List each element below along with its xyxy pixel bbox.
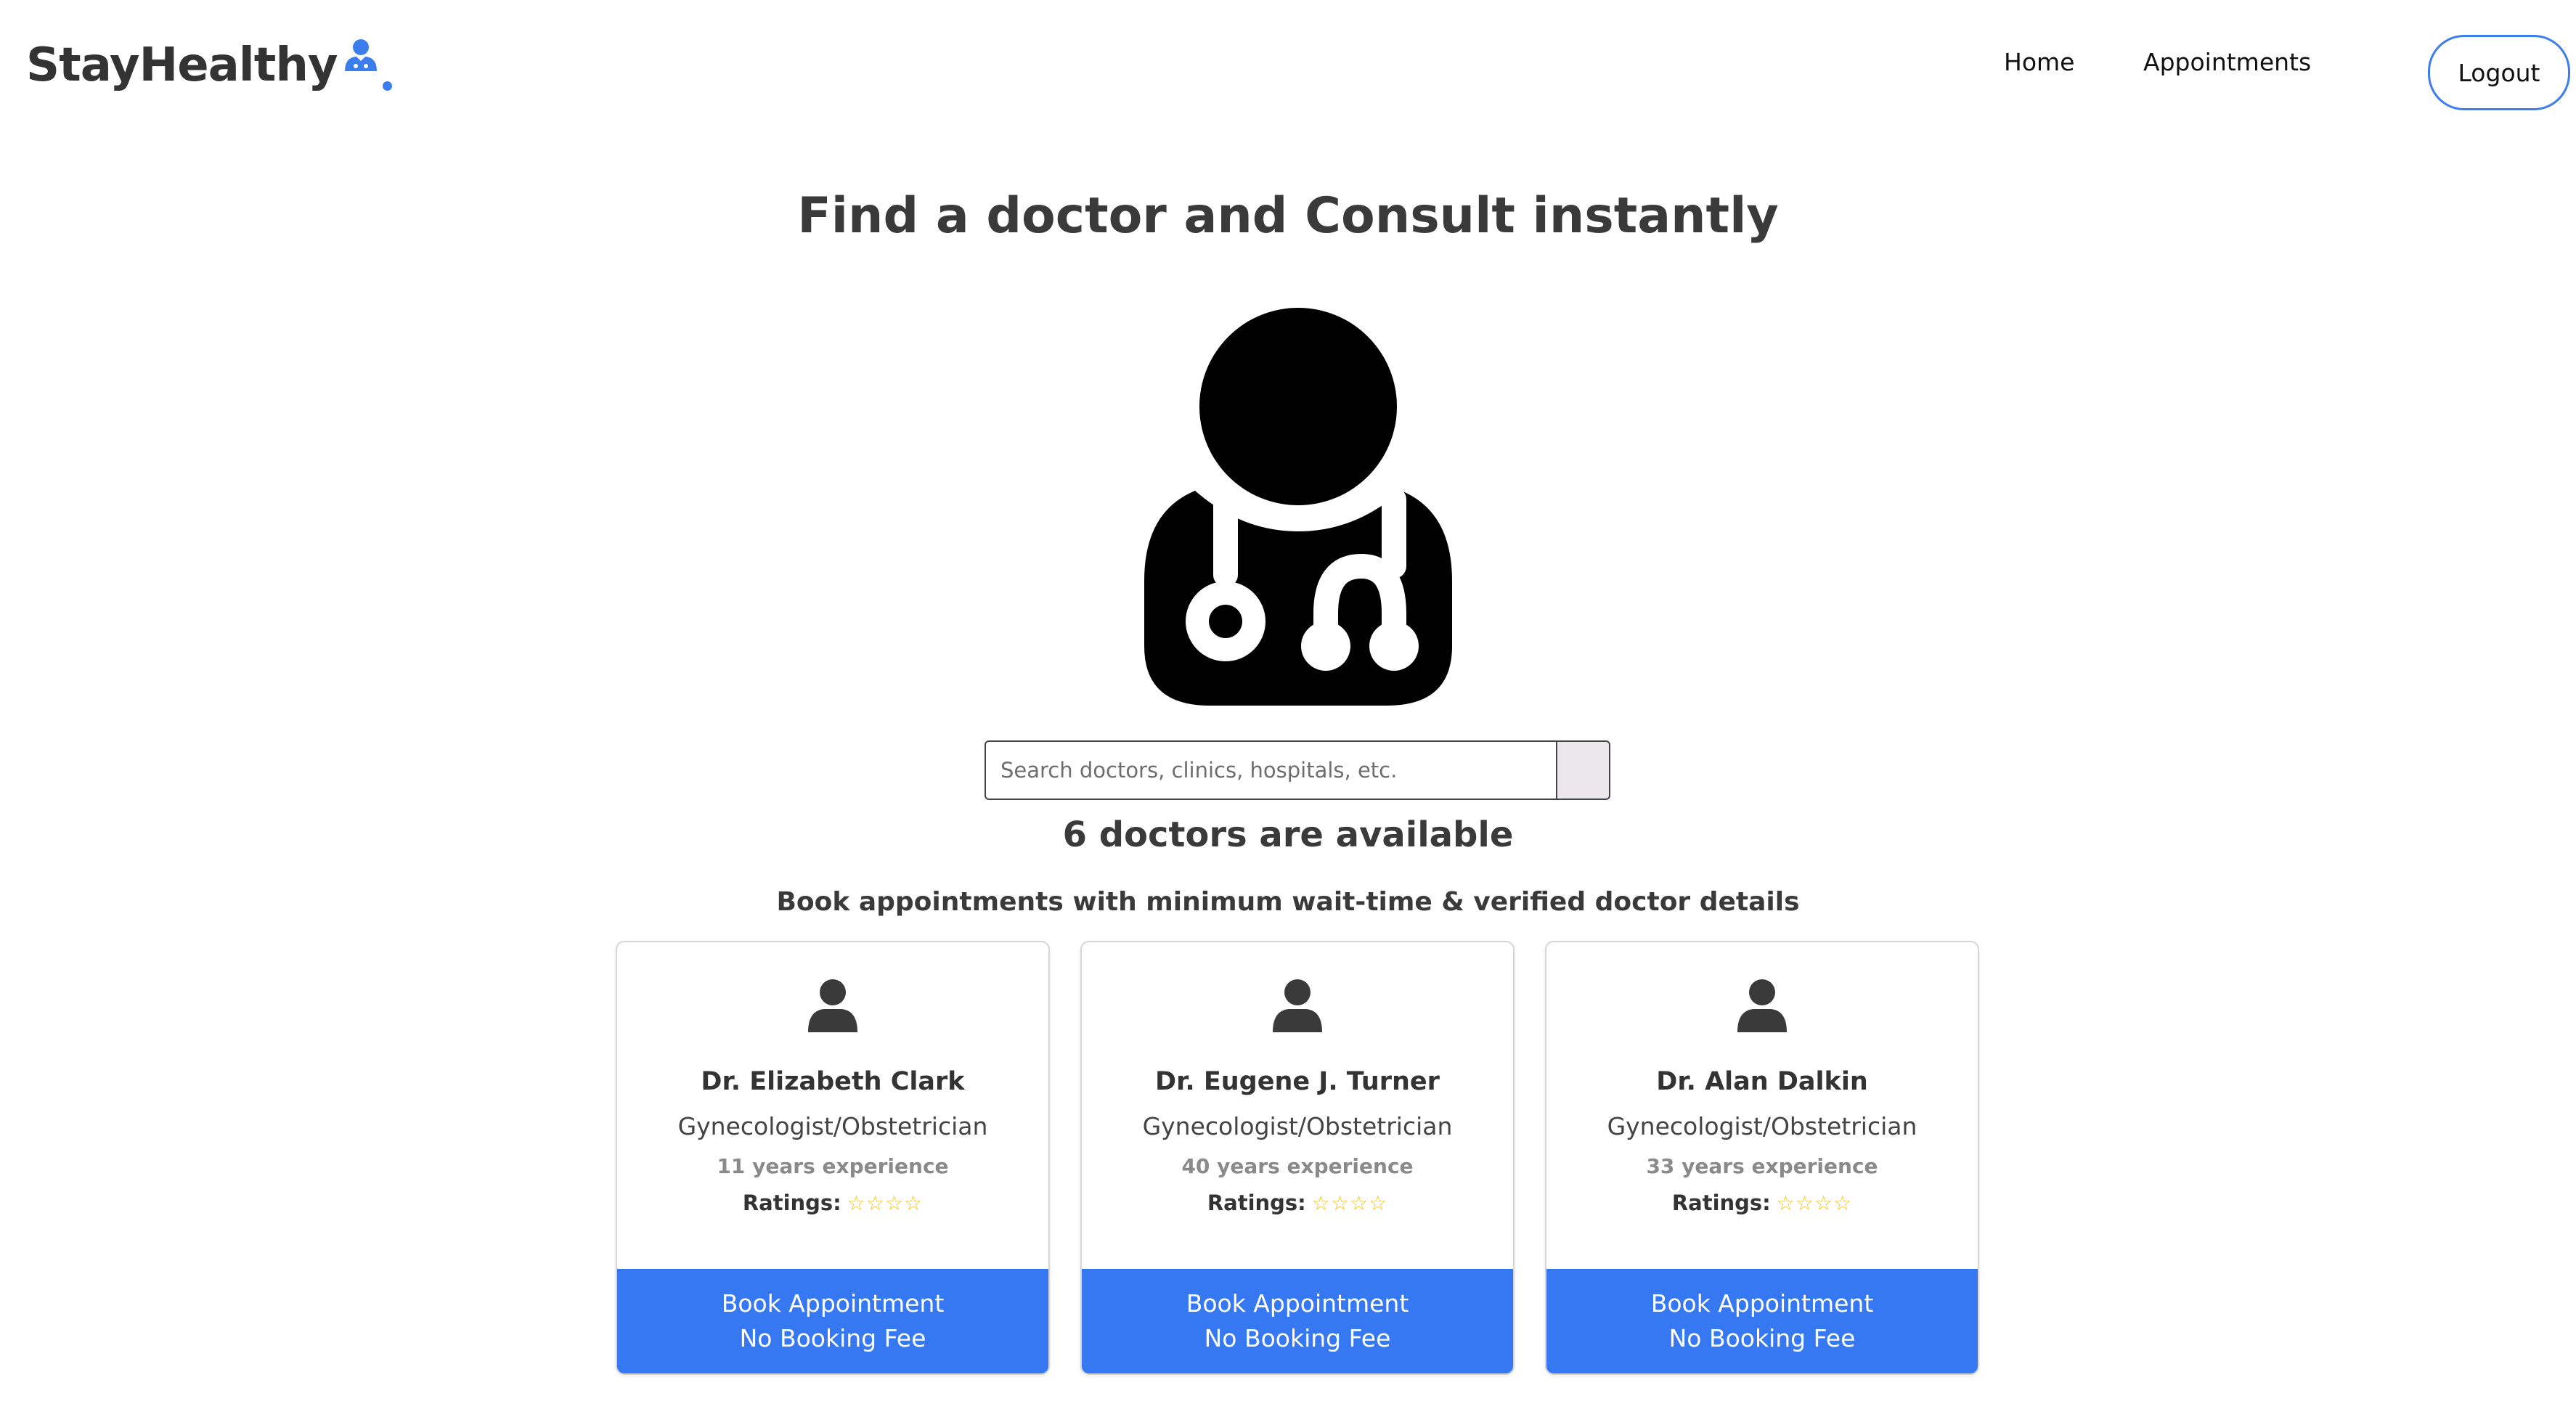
doctor-specialty: Gynecologist/Obstetrician: [1607, 1112, 1917, 1140]
doctor-specialty: Gynecologist/Obstetrician: [1142, 1112, 1453, 1140]
doctor-experience: 11 years experience: [717, 1154, 949, 1178]
doctor-stethoscope-icon: [1115, 305, 1481, 711]
ratings-label: Ratings:: [1207, 1191, 1306, 1215]
brand-logo[interactable]: StayHealthy: [26, 32, 392, 99]
ratings-label: Ratings:: [1671, 1191, 1771, 1215]
page: StayHealthy Home Appointments Logout Fin…: [0, 0, 2576, 1417]
doctor-specialty: Gynecologist/Obstetrician: [677, 1112, 988, 1140]
page-title: Find a doctor and Consult instantly: [797, 187, 1779, 245]
doctor-ratings: Ratings: ☆☆☆☆: [1546, 1191, 1978, 1215]
book-appointment-label: Book Appointment: [1650, 1289, 1874, 1318]
doctor-card: Dr. Elizabeth Clark Gynecologist/Obstetr…: [616, 941, 1050, 1375]
nav-home-link[interactable]: Home: [2004, 48, 2074, 76]
booking-fee-label: No Booking Fee: [1668, 1324, 1856, 1352]
doctor-icon: [342, 38, 380, 78]
book-appointment-label: Book Appointment: [1186, 1289, 1409, 1318]
star-icon: ☆☆☆☆: [1776, 1191, 1853, 1215]
book-appointment-button[interactable]: Book Appointment No Booking Fee: [617, 1269, 1048, 1373]
booking-fee-label: No Booking Fee: [1204, 1324, 1391, 1352]
search-button[interactable]: [1557, 740, 1610, 800]
brand-dot: [382, 81, 392, 91]
doctor-experience: 40 years experience: [1181, 1154, 1414, 1178]
user-avatar-icon: [805, 979, 860, 1037]
subheading: Book appointments with minimum wait-time…: [776, 887, 1800, 917]
book-appointment-label: Book Appointment: [721, 1289, 945, 1318]
doctor-ratings: Ratings: ☆☆☆☆: [617, 1191, 1048, 1215]
user-avatar-icon: [1735, 979, 1790, 1037]
logout-button[interactable]: Logout: [2428, 35, 2570, 110]
doctor-experience: 33 years experience: [1646, 1154, 1878, 1178]
book-appointment-button[interactable]: Book Appointment No Booking Fee: [1082, 1269, 1513, 1373]
book-appointment-button[interactable]: Book Appointment No Booking Fee: [1546, 1269, 1978, 1373]
search-input[interactable]: [985, 740, 1557, 800]
doctor-card: Dr. Alan Dalkin Gynecologist/Obstetricia…: [1545, 941, 1979, 1375]
booking-fee-label: No Booking Fee: [739, 1324, 926, 1352]
star-icon: ☆☆☆☆: [847, 1191, 924, 1215]
doctor-name: Dr. Alan Dalkin: [1656, 1067, 1868, 1096]
doctor-ratings: Ratings: ☆☆☆☆: [1082, 1191, 1513, 1215]
search-bar: [985, 740, 1610, 800]
star-icon: ☆☆☆☆: [1311, 1191, 1388, 1215]
doctor-name: Dr. Eugene J. Turner: [1155, 1067, 1440, 1096]
user-avatar-icon: [1270, 979, 1325, 1037]
doctor-card: Dr. Eugene J. Turner Gynecologist/Obstet…: [1080, 941, 1515, 1375]
brand-name: StayHealthy: [26, 38, 338, 92]
nav-appointments-link[interactable]: Appointments: [2143, 48, 2311, 76]
doctor-name: Dr. Elizabeth Clark: [701, 1067, 965, 1096]
ratings-label: Ratings:: [742, 1191, 841, 1215]
available-count: 6 doctors are available: [1062, 814, 1514, 855]
